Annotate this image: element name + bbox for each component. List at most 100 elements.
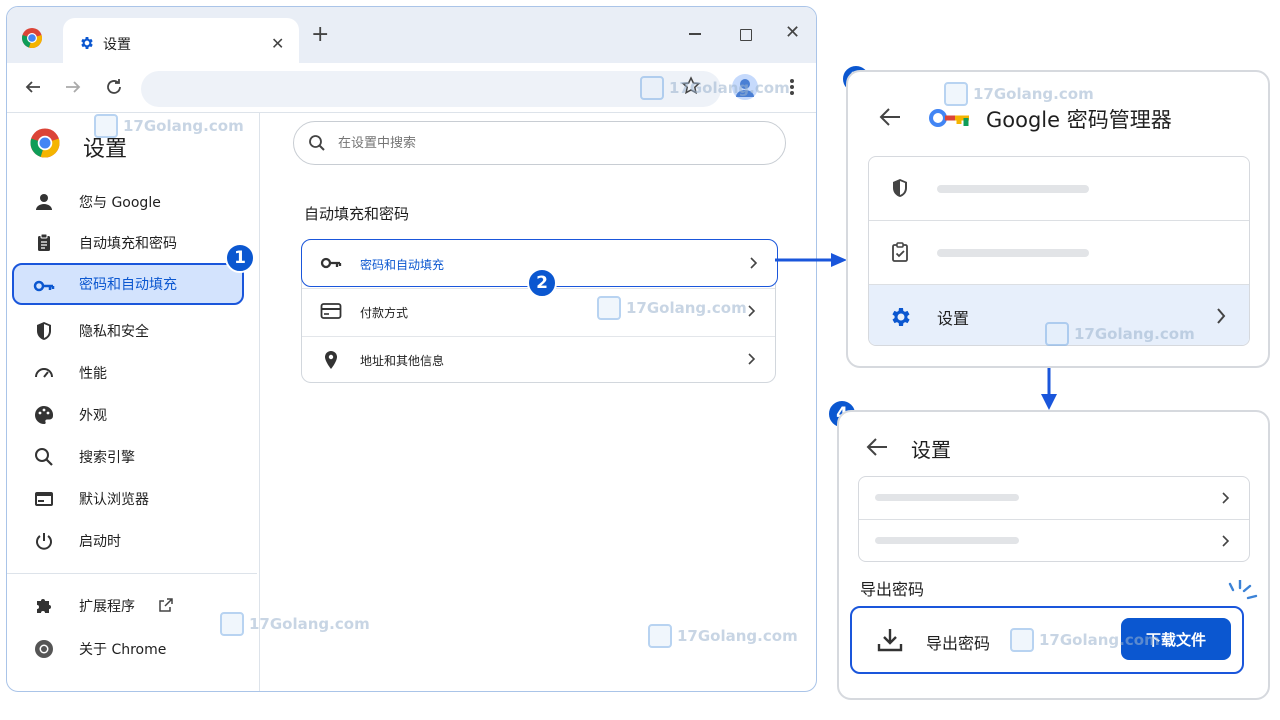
browser-icon (33, 488, 55, 510)
tab-title: 设置 (103, 37, 131, 53)
sidebar-item-appearance[interactable]: 外观 (23, 394, 249, 436)
palette-icon (33, 404, 55, 426)
placeholder-bar (875, 537, 1019, 544)
settings-list (858, 476, 1250, 562)
placeholder-bar (937, 249, 1089, 257)
person-icon (33, 191, 55, 213)
sidebar-item-about-chrome[interactable]: 关于 Chrome (23, 628, 249, 670)
sidebar-item-privacy[interactable]: 隐私和安全 (23, 310, 249, 352)
settings-search[interactable] (293, 121, 786, 165)
gear-icon (79, 35, 95, 51)
address-bar[interactable] (141, 71, 721, 107)
gauge-icon (33, 362, 55, 384)
sidebar-item-label: 搜索引擎 (79, 450, 135, 466)
card-icon (320, 302, 342, 320)
sparkle-icon (1228, 580, 1258, 600)
search-icon (33, 446, 55, 468)
chevron-right-icon (747, 352, 757, 366)
sidebar-item-label: 密码和自动填充 (79, 277, 177, 293)
export-settings-panel: 设置 导出密码 导出密码 下载文件 (837, 410, 1270, 700)
sidebar-item-label: 自动填充和密码 (79, 236, 177, 252)
placeholder-bar (937, 185, 1089, 193)
chevron-right-icon (1221, 534, 1231, 548)
sidebar-item-autofill[interactable]: 自动填充和密码 (23, 222, 249, 264)
menu-item-tasks[interactable] (869, 221, 1249, 284)
menu-item-checkup[interactable] (869, 157, 1249, 220)
row-addresses[interactable]: 地址和其他信息 (302, 336, 775, 384)
browser-window: 设置 ✕ + ✕ 设置 您与 Google 自动填充和密码 密码和自动填充 隐私… (6, 6, 817, 692)
sidebar-item-on-startup[interactable]: 启动时 (23, 520, 249, 562)
chevron-right-icon (749, 256, 759, 270)
panel-title: 设置 (911, 438, 951, 462)
sidebar-item-label: 关于 Chrome (79, 642, 167, 658)
chrome-outline-icon (33, 638, 55, 660)
sidebar-item-extensions[interactable]: 扩展程序 (23, 585, 249, 627)
export-label: 导出密码 (926, 634, 991, 653)
more-menu-icon[interactable] (789, 77, 795, 97)
tab-close-button[interactable]: ✕ (271, 34, 284, 53)
row-label: 付款方式 (360, 306, 409, 320)
watermark: 17Golang.com (220, 612, 370, 636)
watermark: 17Golang.com (1045, 322, 1195, 346)
step-badge-1: 1 (225, 243, 255, 273)
back-arrow-icon[interactable] (865, 436, 889, 458)
watermark: 17Golang.com (94, 114, 244, 138)
sidebar-item-passwords[interactable]: 密码和自动填充 (12, 263, 244, 305)
password-manager-menu: 设置 (868, 156, 1250, 346)
sidebar-item-label: 性能 (79, 366, 107, 382)
step-badge-2: 2 (527, 268, 557, 298)
back-icon[interactable] (23, 77, 43, 97)
download-icon (876, 627, 904, 653)
list-item[interactable] (859, 520, 1249, 563)
chevron-right-icon (1221, 491, 1231, 505)
watermark: 17Golang.com (648, 624, 798, 648)
sidebar-item-default-browser[interactable]: 默认浏览器 (23, 478, 249, 520)
row-label: 地址和其他信息 (360, 354, 445, 368)
power-icon (33, 530, 55, 552)
sidebar-item-label: 默认浏览器 (79, 492, 149, 508)
external-link-icon (158, 597, 174, 613)
location-icon (320, 350, 342, 370)
forward-icon[interactable] (63, 77, 83, 97)
export-section-title: 导出密码 (860, 580, 925, 599)
watermark: 17Golang.com (640, 76, 790, 100)
content-divider (259, 113, 260, 691)
list-item[interactable] (859, 477, 1249, 520)
minimize-button[interactable] (689, 33, 701, 35)
new-tab-button[interactable]: + (311, 24, 329, 46)
chrome-logo-icon (21, 27, 43, 49)
sidebar-item-label: 外观 (79, 408, 107, 424)
shield-icon (889, 177, 911, 199)
tab-strip: 设置 ✕ + ✕ (7, 7, 816, 63)
menu-item-label: 设置 (937, 309, 970, 328)
chrome-logo-icon (29, 127, 61, 159)
window-close-button[interactable]: ✕ (785, 24, 800, 42)
chevron-right-icon (1215, 307, 1227, 325)
section-title: 自动填充和密码 (304, 205, 410, 223)
watermark: 17Golang.com (597, 296, 747, 320)
sidebar-item-label: 您与 Google (79, 195, 161, 211)
sidebar-item-performance[interactable]: 性能 (23, 352, 249, 394)
sidebar-divider (7, 573, 257, 574)
tab-settings[interactable]: 设置 ✕ (63, 18, 299, 63)
search-input[interactable] (338, 132, 758, 154)
key-icon (320, 254, 342, 272)
puzzle-icon (33, 595, 55, 617)
sidebar-item-you-and-google[interactable]: 您与 Google (23, 181, 249, 223)
placeholder-bar (875, 494, 1019, 501)
clipboard-icon (33, 232, 55, 254)
watermark: 17Golang.com (944, 82, 1094, 106)
row-label: 密码和自动填充 (360, 258, 445, 272)
reload-icon[interactable] (104, 77, 124, 97)
chevron-right-icon (747, 304, 757, 318)
shield-icon (33, 320, 55, 342)
search-icon (308, 134, 326, 152)
maximize-button[interactable] (740, 29, 752, 41)
key-icon (33, 275, 55, 297)
back-arrow-icon[interactable] (878, 106, 902, 128)
sidebar-item-search-engine[interactable]: 搜索引擎 (23, 436, 249, 478)
arrow-down-icon (1041, 368, 1057, 410)
password-manager-key-icon (928, 106, 974, 132)
sidebar-item-label: 扩展程序 (79, 599, 135, 615)
clipboard-check-icon (889, 241, 911, 263)
